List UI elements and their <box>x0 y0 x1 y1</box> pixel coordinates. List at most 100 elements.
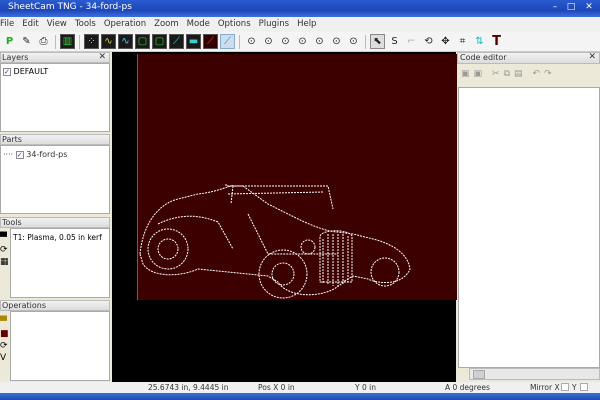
save-as-icon[interactable]: ▣ <box>474 69 483 79</box>
pocket-op-icon[interactable]: ▢ <box>135 34 150 49</box>
code-editor-title: Code editor <box>460 53 507 62</box>
code-editor-panel: Code editor ✕ ▣ ▣ ✂ ⧉ ▤ ↶ ↷ <box>457 52 600 382</box>
marker-6-icon[interactable]: ⊙ <box>329 34 344 49</box>
code-editor-toolbar: ▣ ▣ ✂ ⧉ ▤ ↶ ↷ <box>457 64 600 84</box>
close-panel-icon[interactable]: ✕ <box>588 52 596 62</box>
pos-y: Y 0 in <box>355 383 376 392</box>
text-icon[interactable]: T <box>489 34 504 49</box>
angle: A 0 degrees <box>445 383 490 392</box>
start-point-tool-icon[interactable]: S <box>387 34 402 49</box>
select-icon[interactable]: ⬉ <box>370 34 385 49</box>
code-editor-textarea[interactable] <box>458 87 600 368</box>
path-op-icon[interactable]: ⟋ <box>203 34 218 49</box>
redo-icon[interactable]: ↷ <box>544 69 552 79</box>
close-button[interactable]: ✕ <box>582 2 596 14</box>
marker-3-icon[interactable]: ⊙ <box>278 34 293 49</box>
cut-direction-icon[interactable]: ⟲ <box>421 34 436 49</box>
table-icon[interactable]: ▥ <box>60 34 75 49</box>
contour-op-icon[interactable]: ∿ <box>101 34 116 49</box>
fill-op-icon[interactable]: ▬ <box>186 34 201 49</box>
save-icon[interactable]: ▣ <box>461 69 470 79</box>
profile-op-icon[interactable]: ∿ <box>118 34 133 49</box>
layer-label: DEFAULT <box>13 67 49 76</box>
marker-4-icon[interactable]: ⊙ <box>295 34 310 49</box>
outline-op-icon[interactable]: ▢ <box>152 34 167 49</box>
layers-panel-header: Layers ✕ <box>0 52 110 63</box>
menu-plugins[interactable]: Plugins <box>259 17 297 32</box>
marker-1-icon[interactable]: ⊙ <box>244 34 259 49</box>
layers-title: Layers <box>2 53 29 62</box>
mirror-x-checkbox[interactable] <box>561 383 569 391</box>
crop-icon[interactable]: ⌗ <box>455 34 470 49</box>
parts-title: Parts <box>2 135 22 144</box>
marker-2-icon[interactable]: ⊙ <box>261 34 276 49</box>
horizontal-scrollbar[interactable] <box>469 368 600 380</box>
operations-side-icons: ▀ ■ ⟳ V <box>0 316 10 364</box>
menu-bar: File Edit View Tools Operation Zoom Mode… <box>0 17 600 32</box>
minimize-button[interactable]: – <box>548 2 562 14</box>
operations-panel-header: Operations <box>0 300 110 311</box>
post-process-icon[interactable]: P <box>2 34 17 49</box>
marker-5-icon[interactable]: ⊙ <box>312 34 327 49</box>
copy-icon[interactable]: ⧉ <box>504 69 510 79</box>
car-drawing <box>139 184 411 299</box>
close-panel-icon[interactable]: ✕ <box>98 52 106 62</box>
mirror-y-checkbox[interactable] <box>580 383 588 391</box>
refresh-icon[interactable]: ⟳ <box>0 244 10 256</box>
part-label: 34-ford-ps <box>26 150 68 159</box>
marker-7-icon[interactable]: ⊙ <box>346 34 361 49</box>
checkbox[interactable]: ✓ <box>15 151 24 159</box>
scrollbar-thumb[interactable] <box>473 370 485 379</box>
menu-edit[interactable]: Edit <box>22 17 46 32</box>
pos-x: Pos X 0 in <box>258 383 295 392</box>
parts-panel-header: Parts <box>0 134 110 145</box>
start-point-icon[interactable]: ⟋ <box>220 34 235 49</box>
status-bar: 25.6743 in, 9.4445 in Pos X 0 in Y 0 in … <box>0 382 600 393</box>
mirror-y-label: Y <box>572 383 577 392</box>
layer-item[interactable]: ✓ DEFAULT <box>1 64 109 76</box>
plasma-icon[interactable]: ▀ <box>0 232 10 244</box>
sheet-area[interactable] <box>137 54 457 300</box>
operations-title: Operations <box>2 301 46 310</box>
print-icon[interactable]: ⎙ <box>36 34 51 49</box>
tool-item[interactable]: T1: Plasma, 0.05 in kerf <box>11 229 109 242</box>
grid-icon[interactable]: ▦ <box>0 256 10 268</box>
tools-title: Tools <box>2 218 22 227</box>
cursor-coords: 25.6743 in, 9.4445 in <box>148 383 229 392</box>
toolbar: P ✎ ⎙ ▥ ⁘ ∿ ∿ ▢ ▢ ⟋ ▬ ⟋ ⟋ ⊙ ⊙ ⊙ ⊙ ⊙ ⊙ ⊙ … <box>0 32 600 52</box>
paste-icon[interactable]: ▤ <box>514 69 523 79</box>
down-icon[interactable]: V <box>0 352 10 364</box>
undo-icon[interactable]: ↶ <box>533 69 541 79</box>
refresh-icon[interactable]: ⟳ <box>0 340 10 352</box>
maximize-button[interactable]: □ <box>564 2 578 14</box>
mirror-x-label: Mirror X <box>530 383 560 392</box>
menu-file[interactable]: File <box>0 17 22 32</box>
menu-zoom[interactable]: Zoom <box>154 17 187 32</box>
tools-side-icons: ▀ ⟳ ▦ <box>0 232 10 268</box>
menu-options[interactable]: Options <box>218 17 259 32</box>
checkbox[interactable]: ✓ <box>3 68 11 76</box>
delete-icon[interactable]: ■ <box>0 328 10 340</box>
menu-tools[interactable]: Tools <box>75 17 104 32</box>
operations-list <box>10 311 110 381</box>
part-item[interactable]: ···· ✓ 34-ford-ps <box>1 146 109 159</box>
layers-list: ✓ DEFAULT <box>0 63 110 132</box>
tools-list: T1: Plasma, 0.05 in kerf <box>10 228 110 298</box>
drill-op-icon[interactable]: ⁘ <box>84 34 99 49</box>
menu-mode[interactable]: Mode <box>187 17 218 32</box>
operation-icon[interactable]: ▀ <box>0 316 10 328</box>
line-op-icon[interactable]: ⟋ <box>169 34 184 49</box>
edit-icon[interactable]: ✎ <box>19 34 34 49</box>
tab-icon[interactable]: ⇅ <box>472 34 487 49</box>
tools-panel-header: Tools <box>0 217 110 228</box>
taskbar <box>0 393 600 400</box>
title-bar: SheetCam TNG - 34-ford-ps – □ ✕ <box>0 0 600 17</box>
menu-operation[interactable]: Operation <box>104 17 154 32</box>
cut-icon[interactable]: ✂ <box>492 69 500 79</box>
code-editor-header: Code editor ✕ <box>457 52 600 64</box>
menu-view[interactable]: View <box>47 17 75 32</box>
menu-help[interactable]: Help <box>297 17 324 32</box>
window-title: SheetCam TNG - 34-ford-ps <box>8 2 132 12</box>
lead-in-icon[interactable]: ⌐ <box>404 34 419 49</box>
move-icon[interactable]: ✥ <box>438 34 453 49</box>
